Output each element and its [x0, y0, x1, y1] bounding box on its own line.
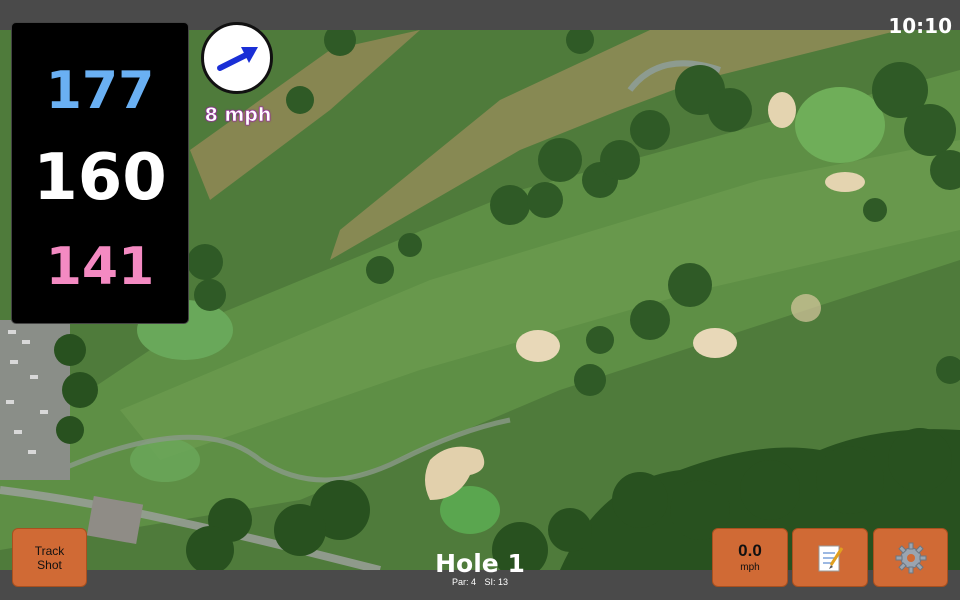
hole-stroke-index: SI: 13: [484, 577, 509, 587]
wind-speed-label: 8 mph: [204, 104, 272, 127]
distance-back: 177: [45, 61, 155, 121]
track-shot-button[interactable]: Track Shot: [12, 528, 87, 587]
track-shot-label-1: Track: [34, 543, 65, 558]
hole-par: Par: 4: [451, 577, 476, 587]
track-shot-label-2: Shot: [37, 557, 62, 572]
notepad-icon: [818, 545, 844, 571]
settings-button[interactable]: [873, 528, 948, 587]
wind-speed-unit: mph: [740, 561, 760, 573]
distance-panel: 177 160 141: [11, 22, 189, 324]
hole-title: Hole 1: [435, 549, 525, 578]
wind-speed-button[interactable]: 0.0 mph: [712, 528, 788, 587]
clock: 10:10: [888, 14, 952, 38]
gear-icon: [895, 542, 926, 573]
notes-button[interactable]: [792, 528, 868, 587]
distance-middle: 160: [33, 141, 167, 215]
arrow-icon: [217, 47, 258, 71]
distance-front: 141: [45, 237, 155, 297]
wind-direction-indicator: [201, 22, 273, 94]
hole-meta: Par: 4 SI: 13: [380, 577, 580, 587]
wind-speed-value: 0.0: [738, 540, 762, 560]
